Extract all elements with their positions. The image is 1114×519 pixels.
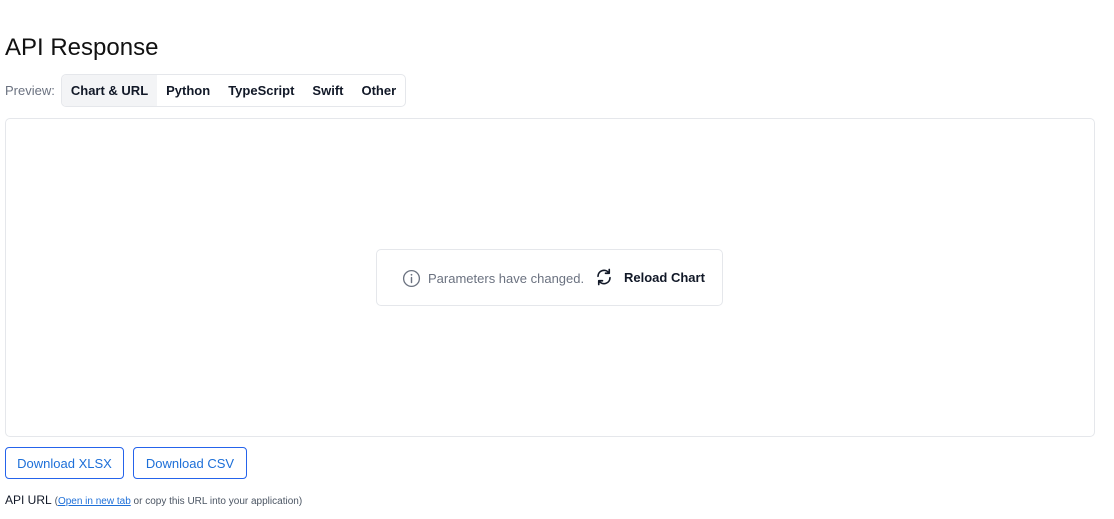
refresh-icon <box>597 268 611 286</box>
download-xlsx-button[interactable]: Download XLSX <box>5 447 124 479</box>
download-csv-button[interactable]: Download CSV <box>133 447 247 479</box>
tab-python[interactable]: Python <box>157 75 219 106</box>
tab-typescript[interactable]: TypeScript <box>219 75 303 106</box>
parameters-changed-notice: Parameters have changed. Reload Chart <box>376 249 723 306</box>
notice-message: Parameters have changed. <box>428 271 585 286</box>
reload-chart-button[interactable]: Reload Chart <box>595 268 705 286</box>
open-in-new-tab-link[interactable]: Open in new tab <box>58 496 131 507</box>
api-url-row: API URL (Open in new tab or copy this UR… <box>5 492 302 510</box>
api-url-label: API URL <box>5 493 52 507</box>
reload-chart-label: Reload Chart <box>624 269 705 285</box>
api-response-page: API Response Preview: Chart & URL Python… <box>0 0 1114 519</box>
tab-other[interactable]: Other <box>352 75 405 106</box>
info-icon <box>402 269 421 288</box>
tab-chart-url[interactable]: Chart & URL <box>61 75 158 106</box>
page-title: API Response <box>5 34 159 61</box>
preview-selector: Preview: Chart & URL Python TypeScript S… <box>5 74 407 107</box>
api-url-note: (Open in new tab or copy this URL into y… <box>55 496 303 507</box>
preview-tabs: Chart & URL Python TypeScript Swift Othe… <box>60 74 407 107</box>
tab-swift[interactable]: Swift <box>303 75 352 106</box>
api-url-note-suffix: or copy this URL into your application) <box>130 496 303 507</box>
chart-preview-panel: Parameters have changed. Reload Chart <box>5 118 1095 437</box>
preview-label: Preview: <box>5 83 55 98</box>
